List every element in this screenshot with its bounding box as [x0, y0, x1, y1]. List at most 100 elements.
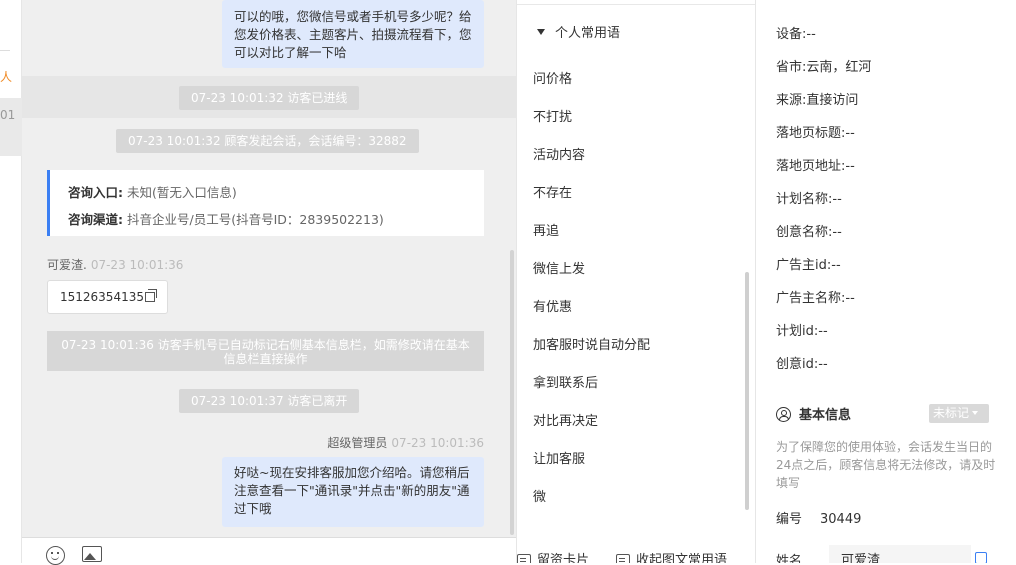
consult-channel-value: 抖音企业号/员工号(抖音号ID：2839502213): [126, 212, 384, 227]
left-session-strip: 人 01: [0, 0, 22, 563]
field-value: --: [845, 291, 855, 306]
phrases-bottom-bar: 留资卡片 收起图文常用语: [517, 537, 755, 563]
system-notice-phone-mark: 07-23 10:01:36 访客手机号已自动标记右侧基本信息栏，如需修改请在基…: [47, 331, 484, 371]
phrase-item[interactable]: 让加客服: [533, 448, 585, 467]
copy-icon[interactable]: [144, 289, 157, 302]
info-field-region: 省市:云南，红河: [776, 56, 871, 75]
agent-name: 超级管理员: [327, 436, 388, 450]
divider: [517, 4, 755, 5]
visitor-sender-line: 可爱渣. 07-23 10:01:36: [47, 256, 183, 273]
phrase-item[interactable]: 问价格: [533, 68, 572, 87]
image-icon[interactable]: [82, 546, 102, 562]
divider: [0, 50, 10, 51]
field-label: 创意id:: [776, 357, 819, 372]
user-icon: [776, 407, 791, 422]
system-notice-session: 07-23 10:01:32 顾客发起会话，会话编号：32882: [116, 129, 419, 153]
field-value: --: [831, 258, 841, 273]
info-field-creative-name: 创意名称:--: [776, 221, 842, 240]
lead-card-label: 留资卡片: [537, 553, 590, 563]
field-value: 云南，红河: [806, 60, 872, 75]
agent-timestamp: 07-23 10:01:36: [391, 436, 484, 450]
phrase-item[interactable]: 活动内容: [533, 144, 585, 163]
visitor-timestamp: 07-23 10:01:36: [90, 258, 184, 272]
chevron-down-icon: [972, 411, 979, 415]
phrase-item[interactable]: 不打扰: [533, 106, 572, 125]
field-value: --: [832, 192, 842, 207]
visitor-phone-number: 15126354135: [60, 290, 144, 304]
chat-scrollbar[interactable]: [510, 250, 514, 535]
chat-input-toolbar: [22, 537, 516, 565]
field-label: 创意名称:: [776, 225, 833, 240]
field-value: --: [806, 27, 816, 42]
phrase-item[interactable]: 微: [533, 486, 546, 505]
consult-info-card: 咨询入口: 未知(暂无入口信息) 咨询渠道: 抖音企业号/员工号(抖音号ID：2…: [47, 170, 484, 236]
field-label: 计划id:: [776, 324, 819, 339]
consult-channel-row: 咨询渠道: 抖音企业号/员工号(抖音号ID：2839502213): [68, 206, 466, 233]
visitor-phone-message: 15126354135: [47, 280, 168, 314]
card-icon: [517, 554, 531, 563]
phrase-item[interactable]: 不存在: [533, 182, 572, 201]
system-notice-leave: 07-23 10:01:37 访客已离开: [179, 389, 360, 413]
edit-deadline-note: 为了保障您的使用体验，会话发生当日的24点之后，顾客信息将无法修改，请及时填写: [776, 440, 996, 490]
session-item-selected[interactable]: [0, 98, 22, 156]
basic-info-title: 基本信息: [799, 408, 852, 423]
field-label: 省市:: [776, 60, 807, 75]
chat-message-area: 可以的哦，您微信号或者手机号多少呢？给您发价格表、主题客片、拍摄流程看下，您可以…: [22, 0, 516, 537]
phrase-item[interactable]: 拿到联系后: [533, 372, 598, 391]
info-field-creative-id: 创意id:--: [776, 353, 828, 372]
consult-entry-label: 咨询入口:: [68, 185, 123, 200]
info-field-source: 来源:直接访问: [776, 89, 858, 108]
info-field-plan-id: 计划id:--: [776, 320, 828, 339]
consult-entry-value: 未知(暂无入口信息): [126, 185, 237, 200]
visitor-name-input[interactable]: [829, 545, 971, 563]
field-value: --: [832, 225, 842, 240]
phrase-item[interactable]: 有优惠: [533, 296, 572, 315]
phrase-item[interactable]: 微信上发: [533, 258, 585, 277]
lead-card-button[interactable]: 留资卡片: [517, 549, 589, 563]
field-value: --: [818, 324, 828, 339]
phrase-item[interactable]: 加客服时说自动分配: [533, 334, 650, 353]
field-label: 落地页地址:: [776, 159, 846, 174]
visitor-name: 可爱渣.: [47, 258, 87, 272]
field-value: --: [818, 357, 828, 372]
agent-message-bubble: 可以的哦，您微信号或者手机号多少呢？给您发价格表、主题客片、拍摄流程看下，您可以…: [222, 0, 484, 68]
info-field-device: 设备:--: [776, 23, 816, 42]
edit-icon[interactable]: [975, 552, 987, 563]
tag-select-dropdown[interactable]: 未标记: [929, 404, 989, 423]
visitor-name-label: 姓名: [776, 554, 803, 563]
phrase-item[interactable]: 对比再决定: [533, 410, 598, 429]
info-field-landing-title: 落地页标题:--: [776, 122, 855, 141]
agent-message-bubble: 好哒~现在安排客服加您介绍哈。请您稍后注意查看一下"通讯录"并点击"新的朋友"通…: [222, 457, 484, 527]
card-icon: [616, 554, 630, 563]
field-label: 设备:: [776, 27, 807, 42]
field-label: 来源:: [776, 93, 807, 108]
visitor-info-panel: 设备:-- 省市:云南，红河 来源:直接访问 落地页标题:-- 落地页地址:--…: [757, 0, 1016, 563]
field-label: 落地页标题:: [776, 126, 846, 141]
collapse-phrases-button[interactable]: 收起图文常用语: [616, 549, 727, 563]
system-notice-enter: 07-23 10:01:32 访客已进线: [179, 86, 360, 110]
field-label: 计划名称:: [776, 192, 833, 207]
visitor-number-value: 30449: [820, 512, 862, 527]
visitor-number-row: 编号 30449: [776, 508, 861, 527]
visitor-number-label: 编号: [776, 512, 803, 527]
consult-entry-row: 咨询入口: 未知(暂无入口信息): [68, 179, 466, 206]
phrase-item[interactable]: 再追: [533, 220, 559, 239]
caret-down-icon: [537, 29, 545, 35]
phrases-scrollbar[interactable]: [745, 272, 749, 510]
tag-select-value: 未标记: [933, 406, 970, 420]
field-value: --: [845, 126, 855, 141]
consult-channel-label: 咨询渠道:: [68, 212, 123, 227]
agent-sender-line: 超级管理员 07-23 10:01:36: [327, 434, 484, 451]
phrase-group-header[interactable]: 个人常用语: [537, 22, 627, 41]
field-label: 广告主id:: [776, 258, 832, 273]
info-field-plan-name: 计划名称:--: [776, 188, 842, 207]
field-value: --: [845, 159, 855, 174]
emoji-icon[interactable]: [46, 546, 65, 565]
session-item-label[interactable]: 01: [0, 108, 15, 122]
basic-info-section-title: 基本信息: [776, 404, 851, 423]
session-item-label[interactable]: 人: [0, 68, 12, 85]
phrase-group-title: 个人常用语: [555, 26, 621, 41]
field-label: 广告主名称:: [776, 291, 846, 306]
common-phrases-panel: 个人常用语 问价格 不打扰 活动内容 不存在 再追 微信上发 有优惠 加客服时说…: [516, 0, 756, 563]
info-field-advertiser-id: 广告主id:--: [776, 254, 841, 273]
